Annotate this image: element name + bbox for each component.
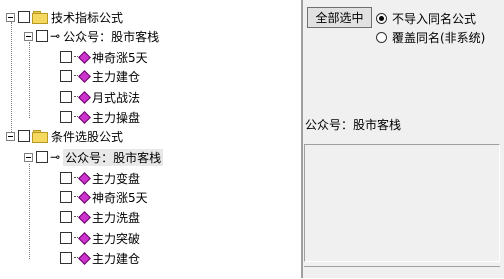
formula-checkbox[interactable]	[60, 51, 72, 63]
formula-diamond-icon	[74, 211, 91, 224]
tree-group-technical[interactable]: 技术指标公式	[6, 8, 123, 26]
radio-selected-icon[interactable]	[376, 13, 387, 24]
tree-line	[11, 22, 12, 136]
collapse-toggle-icon[interactable]	[6, 131, 15, 141]
formula-label: 主力操盘	[92, 110, 141, 125]
tree-formula-item[interactable]: 主力变盘	[60, 169, 140, 187]
radio-overwrite-duplicates[interactable]: 覆盖同名(非系统)	[376, 29, 485, 46]
formula-diamond-icon	[74, 51, 91, 64]
formula-checkbox[interactable]	[60, 172, 72, 184]
formula-diamond-icon	[74, 172, 91, 185]
formula-label: 月式战法	[92, 90, 141, 105]
formula-checkbox[interactable]	[60, 91, 72, 103]
tree-line	[29, 164, 30, 259]
tree-formula-item[interactable]: 主力操盘	[60, 108, 140, 126]
formula-label: 主力变盘	[92, 171, 141, 186]
tree-formula-item[interactable]: 月式战法	[60, 88, 140, 106]
panel-bottom-divider	[304, 266, 500, 279]
formula-diamond-icon	[74, 91, 91, 104]
formula-tree[interactable]: 技术指标公式 ⊸ 公众号：股市客栈 神奇涨5天 主力建仓 月式战法 主力操盘 条…	[0, 0, 300, 278]
radio-skip-duplicates[interactable]: 不导入同名公式	[376, 10, 476, 27]
formula-diamond-icon	[74, 191, 91, 204]
import-options-panel: 全部选中 不导入同名公式 覆盖同名(非系统) 公众号：股市客栈	[303, 0, 504, 278]
author-label: 公众号：股市客栈	[63, 29, 160, 44]
author-label: 公众号：股市客栈	[63, 148, 164, 166]
key-icon: ⊸	[50, 150, 60, 164]
formula-diamond-icon	[74, 252, 91, 265]
key-icon: ⊸	[50, 29, 60, 43]
group-checkbox[interactable]	[18, 11, 30, 23]
tree-formula-item[interactable]: 主力突破	[60, 229, 140, 247]
tree-line	[29, 42, 30, 118]
folder-icon	[32, 130, 48, 143]
tree-author-node[interactable]: ⊸ 公众号：股市客栈	[24, 148, 164, 166]
formula-checkbox[interactable]	[60, 252, 72, 264]
tree-formula-item[interactable]: 神奇涨5天	[60, 48, 148, 66]
formula-checkbox[interactable]	[60, 111, 72, 123]
formula-label: 神奇涨5天	[92, 190, 148, 205]
formula-diamond-icon	[74, 232, 91, 245]
formula-label: 主力洗盘	[92, 210, 141, 225]
tree-formula-item[interactable]: 主力建仓	[60, 249, 140, 267]
group-label: 条件选股公式	[51, 129, 124, 144]
tree-group-selection[interactable]: 条件选股公式	[6, 127, 123, 145]
select-all-button[interactable]: 全部选中	[307, 7, 372, 28]
formula-checkbox[interactable]	[60, 211, 72, 223]
tree-author-node[interactable]: ⊸ 公众号：股市客栈	[24, 27, 159, 45]
folder-icon	[32, 11, 48, 24]
formula-label: 主力建仓	[92, 69, 141, 84]
author-checkbox[interactable]	[36, 151, 48, 163]
group-checkbox[interactable]	[18, 130, 30, 142]
author-info-label: 公众号：股市客栈	[305, 118, 402, 132]
tree-formula-item[interactable]: 主力洗盘	[60, 208, 140, 226]
collapse-toggle-icon[interactable]	[24, 31, 33, 41]
radio-label: 不导入同名公式	[392, 12, 477, 26]
tree-formula-item[interactable]: 神奇涨5天	[60, 188, 148, 206]
description-memo[interactable]	[304, 144, 500, 262]
tree-formula-item[interactable]: 主力建仓	[60, 67, 140, 85]
author-checkbox[interactable]	[36, 30, 48, 42]
formula-checkbox[interactable]	[60, 191, 72, 203]
collapse-toggle-icon[interactable]	[24, 152, 33, 162]
radio-label: 覆盖同名(非系统)	[392, 31, 486, 45]
collapse-toggle-icon[interactable]	[6, 12, 15, 22]
formula-label: 主力突破	[92, 231, 141, 246]
formula-diamond-icon	[74, 70, 91, 83]
formula-checkbox[interactable]	[60, 232, 72, 244]
formula-label: 神奇涨5天	[92, 50, 148, 65]
formula-label: 主力建仓	[92, 251, 141, 266]
formula-checkbox[interactable]	[60, 70, 72, 82]
group-label: 技术指标公式	[51, 10, 124, 25]
radio-unselected-icon[interactable]	[376, 32, 387, 43]
formula-diamond-icon	[74, 111, 91, 124]
